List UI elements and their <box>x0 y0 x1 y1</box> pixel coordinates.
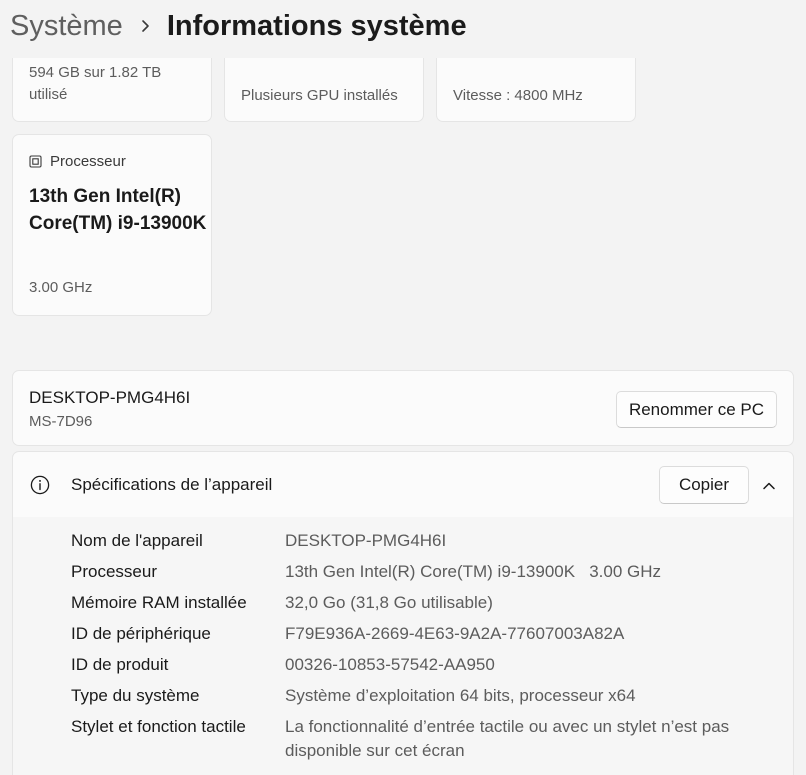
processor-tile-header: Processeur <box>29 153 126 170</box>
ram-speed-text: Vitesse : 4800 MHz <box>453 87 583 104</box>
spec-label-system-type: Type du système <box>71 686 200 705</box>
breadcrumb: Système Informations système <box>10 2 467 50</box>
pc-model: MS-7D96 <box>29 413 93 430</box>
chevron-right-icon <box>142 20 149 32</box>
ram-tile[interactable]: Vitesse : 4800 MHz <box>436 58 636 122</box>
processor-chip-icon <box>29 155 42 168</box>
processor-tile-label: Processeur <box>50 153 126 170</box>
processor-name: 13th Gen Intel(R) Core(TM) i9-13900K <box>29 186 207 234</box>
processor-speed: 3.00 GHz <box>29 279 93 296</box>
spec-label-ram: Mémoire RAM installée <box>71 593 247 612</box>
gpu-tile[interactable]: Plusieurs GPU installés <box>224 58 424 122</box>
device-specifications-list: Nom de l'appareil DESKTOP-PMG4H6I Proces… <box>12 517 794 775</box>
spec-value-device-id: F79E936A-2669-4E63-9A2A-77607003A82A <box>285 624 625 643</box>
system-info-page: Système Informations système 594 GB sur … <box>0 0 806 775</box>
page-title: Informations système <box>166 9 467 42</box>
spec-value-pen-touch: La fonctionnalité d’entrée tactile ou av… <box>285 717 730 760</box>
spec-value-system-type: Système d’exploitation 64 bits, processe… <box>285 686 636 705</box>
processor-tile[interactable]: Processeur 13th Gen Intel(R) Core(TM) i9… <box>12 134 212 316</box>
spec-label-pen-touch: Stylet et fonction tactile <box>71 717 246 736</box>
specs-title: Spécifications de l’appareil <box>71 475 273 494</box>
spec-label-device-name: Nom de l'appareil <box>71 531 203 550</box>
spec-label-product-id: ID de produit <box>71 655 169 674</box>
storage-tile[interactable]: 594 GB sur 1.82 TB utilisé <box>12 58 212 122</box>
spec-value-device-name: DESKTOP-PMG4H6I <box>285 531 447 550</box>
spec-value-ram: 32,0 Go (31,8 Go utilisable) <box>285 593 493 612</box>
pc-name-card: DESKTOP-PMG4H6I MS-7D96 Renommer ce PC <box>12 370 794 446</box>
breadcrumb-parent-systeme[interactable]: Système <box>10 10 123 43</box>
info-icon <box>30 475 50 495</box>
chevron-up-icon[interactable] <box>761 478 777 494</box>
spec-label-device-id: ID de périphérique <box>71 624 211 643</box>
copy-button[interactable]: Copier <box>659 466 749 504</box>
rename-pc-button[interactable]: Renommer ce PC <box>616 391 777 428</box>
spec-value-product-id: 00326-10853-57542-AA950 <box>285 655 495 674</box>
storage-usage-text: 594 GB sur 1.82 TB utilisé <box>29 64 162 103</box>
gpu-info-text: Plusieurs GPU installés <box>241 87 398 104</box>
device-specifications-header[interactable]: Spécifications de l’appareil Copier <box>12 451 794 518</box>
spec-value-processor: 13th Gen Intel(R) Core(TM) i9-13900K 3.0… <box>285 562 662 581</box>
spec-label-processor: Processeur <box>71 562 157 581</box>
pc-name: DESKTOP-PMG4H6I <box>29 388 191 407</box>
